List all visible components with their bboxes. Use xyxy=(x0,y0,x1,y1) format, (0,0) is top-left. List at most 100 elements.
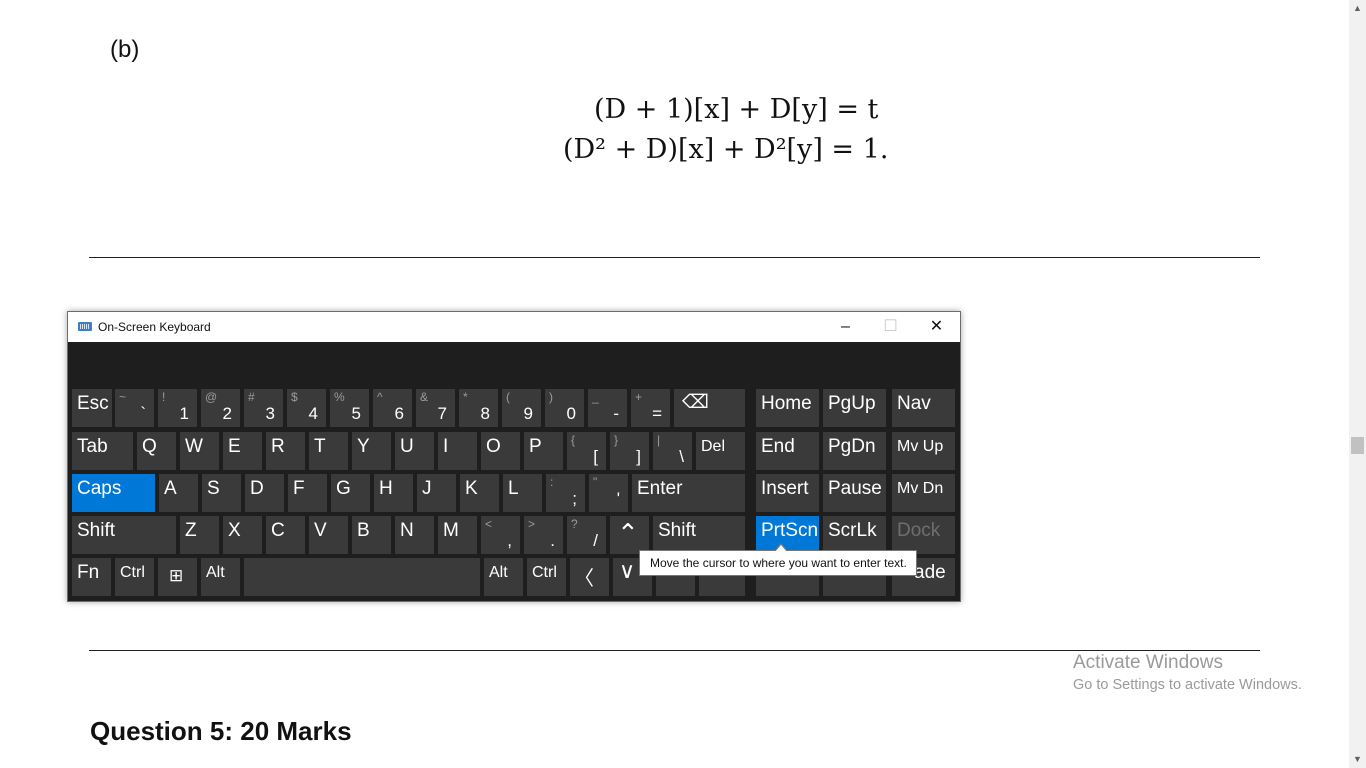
key-quote[interactable]: " ' xyxy=(589,474,628,512)
scroll-up-arrow-icon[interactable]: ▲ xyxy=(1349,0,1366,17)
vertical-scrollbar[interactable]: ▲ ▼ xyxy=(1349,0,1366,768)
key-alt-left[interactable]: Alt xyxy=(201,558,240,596)
key-backslash[interactable]: | \ xyxy=(653,432,692,470)
key-z[interactable]: Z xyxy=(180,516,219,554)
key-q[interactable]: Q xyxy=(137,432,176,470)
key-tab[interactable]: Tab xyxy=(72,432,133,470)
key-minus[interactable]: _ - xyxy=(588,389,627,427)
scroll-thumb[interactable] xyxy=(1351,437,1364,454)
key-7[interactable]: & 7 xyxy=(416,389,455,427)
key-label: M xyxy=(443,520,459,541)
key-home[interactable]: Home xyxy=(756,389,819,427)
key-h[interactable]: H xyxy=(374,474,413,512)
key-backspace[interactable]: ⌫ xyxy=(674,389,745,427)
key-c[interactable]: C xyxy=(266,516,305,554)
key-main-symbol: . xyxy=(550,531,555,550)
key-shift-symbol: < xyxy=(485,517,493,531)
key-p[interactable]: P xyxy=(524,432,563,470)
scroll-down-arrow-icon[interactable]: ▼ xyxy=(1349,751,1366,768)
key-shift-right[interactable]: Shift xyxy=(653,516,745,554)
part-label: (b) xyxy=(110,36,140,63)
key-5[interactable]: % 5 xyxy=(330,389,369,427)
key-left-arrow[interactable]: 〈 xyxy=(570,558,609,596)
key-comma[interactable]: <, xyxy=(481,516,520,554)
key-i[interactable]: I xyxy=(438,432,477,470)
key-insert[interactable]: Insert xyxy=(756,474,819,512)
key-slash[interactable]: ? / xyxy=(567,516,606,554)
key-w[interactable]: W xyxy=(180,432,219,470)
key-label: PrtScn xyxy=(761,520,819,541)
key-9[interactable]: (9 xyxy=(502,389,541,427)
key-mvdn[interactable]: Mv Dn xyxy=(892,474,955,512)
key-v[interactable]: V xyxy=(309,516,348,554)
key-label: K xyxy=(465,478,478,499)
key-s[interactable]: S xyxy=(202,474,241,512)
key-4[interactable]: $4 xyxy=(287,389,326,427)
key-a[interactable]: A xyxy=(159,474,198,512)
key-x[interactable]: X xyxy=(223,516,262,554)
key-dock[interactable]: Dock xyxy=(892,516,955,554)
key-g[interactable]: G xyxy=(331,474,370,512)
key-0[interactable]: ) 0 xyxy=(545,389,584,427)
key-alt-right[interactable]: Alt xyxy=(484,558,523,596)
key-shift-left[interactable]: Shift xyxy=(72,516,176,554)
key-fn[interactable]: Fn xyxy=(72,558,111,596)
minimize-button[interactable]: – xyxy=(823,312,868,342)
key-6[interactable]: ^ 6 xyxy=(373,389,412,427)
key-j[interactable]: J xyxy=(417,474,456,512)
key-label: ScrLk xyxy=(828,520,877,541)
key-2[interactable]: @2 xyxy=(201,389,240,427)
close-button[interactable]: ✕ xyxy=(914,312,959,342)
key-o[interactable]: O xyxy=(481,432,520,470)
up-arrow-icon: ⌃ xyxy=(617,518,639,548)
key-1[interactable]: ! 1 xyxy=(158,389,197,427)
key-nav[interactable]: Nav xyxy=(892,389,955,427)
key-y[interactable]: Y xyxy=(352,432,391,470)
key-ctrl-right[interactable]: Ctrl xyxy=(527,558,566,596)
key-period[interactable]: >. xyxy=(524,516,563,554)
key-mvup[interactable]: Mv Up xyxy=(892,432,955,470)
key-scrlk[interactable]: ScrLk xyxy=(823,516,886,554)
key-space[interactable] xyxy=(244,558,480,596)
key-k[interactable]: K xyxy=(460,474,499,512)
key-r[interactable]: R xyxy=(266,432,305,470)
key-l[interactable]: L xyxy=(503,474,542,512)
key-u[interactable]: U xyxy=(395,432,434,470)
key-shift-symbol: > xyxy=(528,517,536,531)
key-caps[interactable]: Caps xyxy=(72,474,155,512)
key-d[interactable]: D xyxy=(245,474,284,512)
key-e[interactable]: E xyxy=(223,432,262,470)
key-end[interactable]: End xyxy=(756,432,819,470)
key-pause[interactable]: Pause xyxy=(823,474,886,512)
key-enter[interactable]: Enter xyxy=(632,474,745,512)
key-main-symbol: 8 xyxy=(480,404,490,423)
key-t[interactable]: T xyxy=(309,432,348,470)
key-left-bracket[interactable]: {[ xyxy=(567,432,606,470)
key-equals[interactable]: + = xyxy=(631,389,670,427)
key-right-bracket[interactable]: }] xyxy=(610,432,649,470)
key-b[interactable]: B xyxy=(352,516,391,554)
key-8[interactable]: * 8 xyxy=(459,389,498,427)
key-pgup[interactable]: PgUp xyxy=(823,389,886,427)
key-ctrl-left[interactable]: Ctrl xyxy=(115,558,154,596)
key-label: Shift xyxy=(658,520,697,541)
key-backtick[interactable]: ~ ` xyxy=(115,389,154,427)
osk-title-bar[interactable]: On-Screen Keyboard – ☐ ✕ xyxy=(68,312,960,342)
key-windows[interactable]: ⊞ xyxy=(158,558,197,596)
key-label: Del xyxy=(701,438,726,455)
key-esc[interactable]: Esc xyxy=(72,389,112,427)
maximize-button[interactable]: ☐ xyxy=(868,312,913,342)
key-label: End xyxy=(761,436,795,457)
key-n[interactable]: N xyxy=(395,516,434,554)
key-f[interactable]: F xyxy=(288,474,327,512)
key-pgdn[interactable]: PgDn xyxy=(823,432,886,470)
key-shift-symbol: : xyxy=(550,475,554,489)
key-shift-symbol: ) xyxy=(549,390,553,404)
key-3[interactable]: #3 xyxy=(244,389,283,427)
equation-1: (D + 1)[x] + D[y] = t xyxy=(594,94,879,125)
key-up-arrow[interactable]: ⌃ xyxy=(610,516,649,554)
key-del[interactable]: Del xyxy=(696,432,745,470)
osk-title: On-Screen Keyboard xyxy=(98,320,211,334)
key-semicolon[interactable]: :; xyxy=(546,474,585,512)
key-m[interactable]: M xyxy=(438,516,477,554)
